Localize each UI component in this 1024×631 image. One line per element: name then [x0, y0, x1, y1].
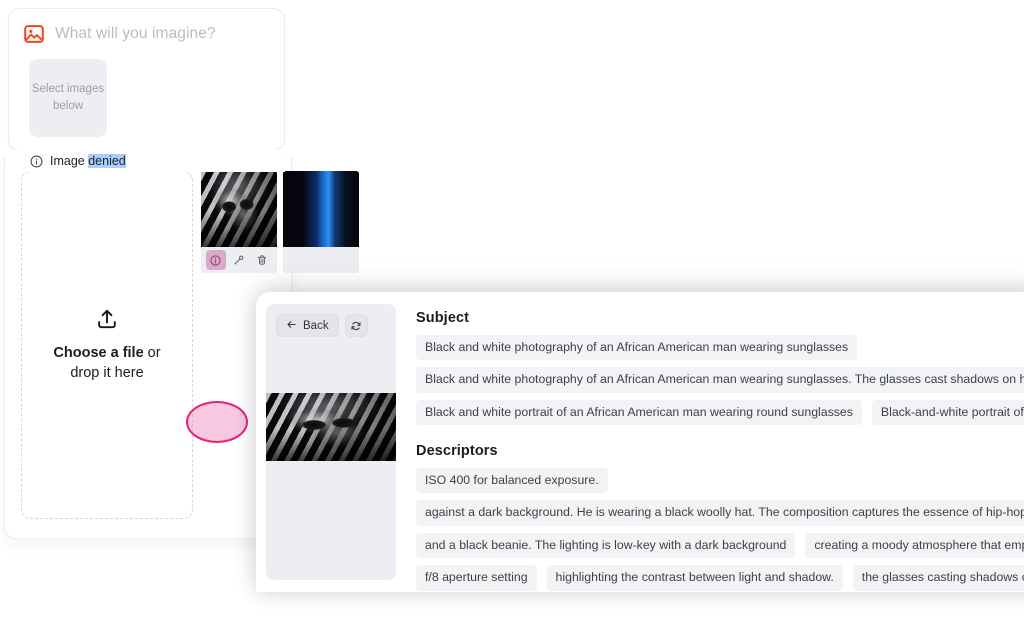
status-text: Image denied — [50, 154, 126, 168]
status-text-prefix: Image — [50, 154, 89, 168]
descriptor-tag[interactable]: highlighting the contrast between light … — [546, 565, 843, 591]
dropzone-text: Choose a file or drop it here — [53, 343, 160, 383]
image-icon — [23, 23, 45, 45]
descriptor-tag[interactable]: creating a moody atmosphere that emphasi… — [805, 532, 1024, 559]
thumbnail-actions-secondary — [283, 247, 359, 273]
magic-wand-icon[interactable] — [229, 250, 249, 270]
dropzone-second-line: drop it here — [70, 365, 144, 381]
descriptors-tag-rows: ISO 400 for balanced exposure. against a… — [416, 468, 1024, 592]
tag-row: f/8 aperture setting highlighting the co… — [416, 565, 1024, 591]
details-toolbar: Back — [266, 304, 396, 337]
descriptor-tag[interactable]: f/8 aperture setting — [416, 565, 537, 591]
subject-tag[interactable]: Black and white portrait of an African A… — [416, 399, 862, 426]
trash-icon[interactable] — [252, 250, 272, 270]
blue-abstract-thumbnail[interactable] — [283, 171, 359, 273]
prompt-card: What will you imagine? Select images bel… — [8, 8, 285, 151]
subject-tag-rows: Black and white photography of an Africa… — [416, 335, 1024, 426]
subject-tag[interactable]: Black-and-white portrait of an African A… — [871, 399, 1024, 426]
status-bar: Image denied — [8, 150, 285, 172]
tag-row: Black and white portrait of an African A… — [416, 399, 1024, 426]
prompt-placeholder: What will you imagine? — [55, 25, 216, 42]
descriptor-tag[interactable]: against a dark background. He is wearing… — [416, 500, 1024, 526]
thumbnail-strip — [201, 171, 359, 273]
upload-arrow-icon — [95, 307, 119, 331]
descriptor-tag[interactable]: and a black beanie. The lighting is low-… — [416, 532, 796, 559]
status-text-selected: denied — [88, 154, 126, 168]
prompt-input-row[interactable]: What will you imagine? — [9, 9, 284, 45]
file-dropzone[interactable]: Choose a file or drop it here — [21, 171, 193, 519]
app-root: What will you imagine? Select images bel… — [0, 0, 1024, 631]
descriptors-heading: Descriptors — [416, 443, 498, 460]
descriptor-tag[interactable]: the glasses casting shadows on his face — [852, 565, 1024, 591]
descriptor-tag[interactable]: ISO 400 for balanced exposure. — [416, 468, 608, 494]
select-images-box[interactable]: Select images below — [29, 59, 107, 137]
details-sidebar: Back — [266, 304, 396, 580]
blue-abstract-image[interactable] — [283, 171, 359, 247]
tag-row: and a black beanie. The lighting is low-… — [416, 532, 1024, 559]
arrow-left-icon — [286, 319, 297, 333]
details-panel: Back Subject Black and white photography… — [256, 292, 1024, 592]
select-images-label: Select images below — [31, 83, 105, 112]
back-button-label: Back — [303, 319, 329, 332]
subject-tag[interactable]: Black and white photography of an Africa… — [416, 367, 1024, 393]
dropzone-bold-text: Choose a file — [53, 345, 144, 361]
subject-heading: Subject — [416, 310, 470, 326]
dropzone-rest-text: or — [143, 345, 161, 361]
info-icon[interactable] — [205, 250, 226, 270]
refresh-icon[interactable] — [344, 314, 368, 337]
thumbnail-actions — [201, 247, 277, 273]
descriptors-section: Descriptors ISO 400 for balanced exposur… — [416, 443, 1024, 592]
back-button[interactable]: Back — [276, 314, 339, 337]
highlight-ellipse — [186, 401, 248, 443]
bw-portrait-thumbnail[interactable] — [201, 171, 277, 273]
tag-row: against a dark background. He is wearing… — [416, 500, 1024, 526]
info-circle-icon — [30, 155, 43, 168]
bw-portrait-preview[interactable] — [266, 393, 396, 461]
tag-row: Black and white photography of an Africa… — [416, 367, 1024, 393]
tag-row: ISO 400 for balanced exposure. — [416, 468, 1024, 494]
tag-row: Black and white photography of an Africa… — [416, 335, 1024, 361]
upload-panel: Choose a file or drop it here — [4, 157, 359, 539]
subject-tag[interactable]: Black and white photography of an Africa… — [416, 335, 858, 361]
details-content: Subject Black and white photography of a… — [416, 310, 1024, 592]
subject-section: Subject Black and white photography of a… — [416, 310, 1024, 426]
bw-portrait-image[interactable] — [201, 171, 277, 247]
